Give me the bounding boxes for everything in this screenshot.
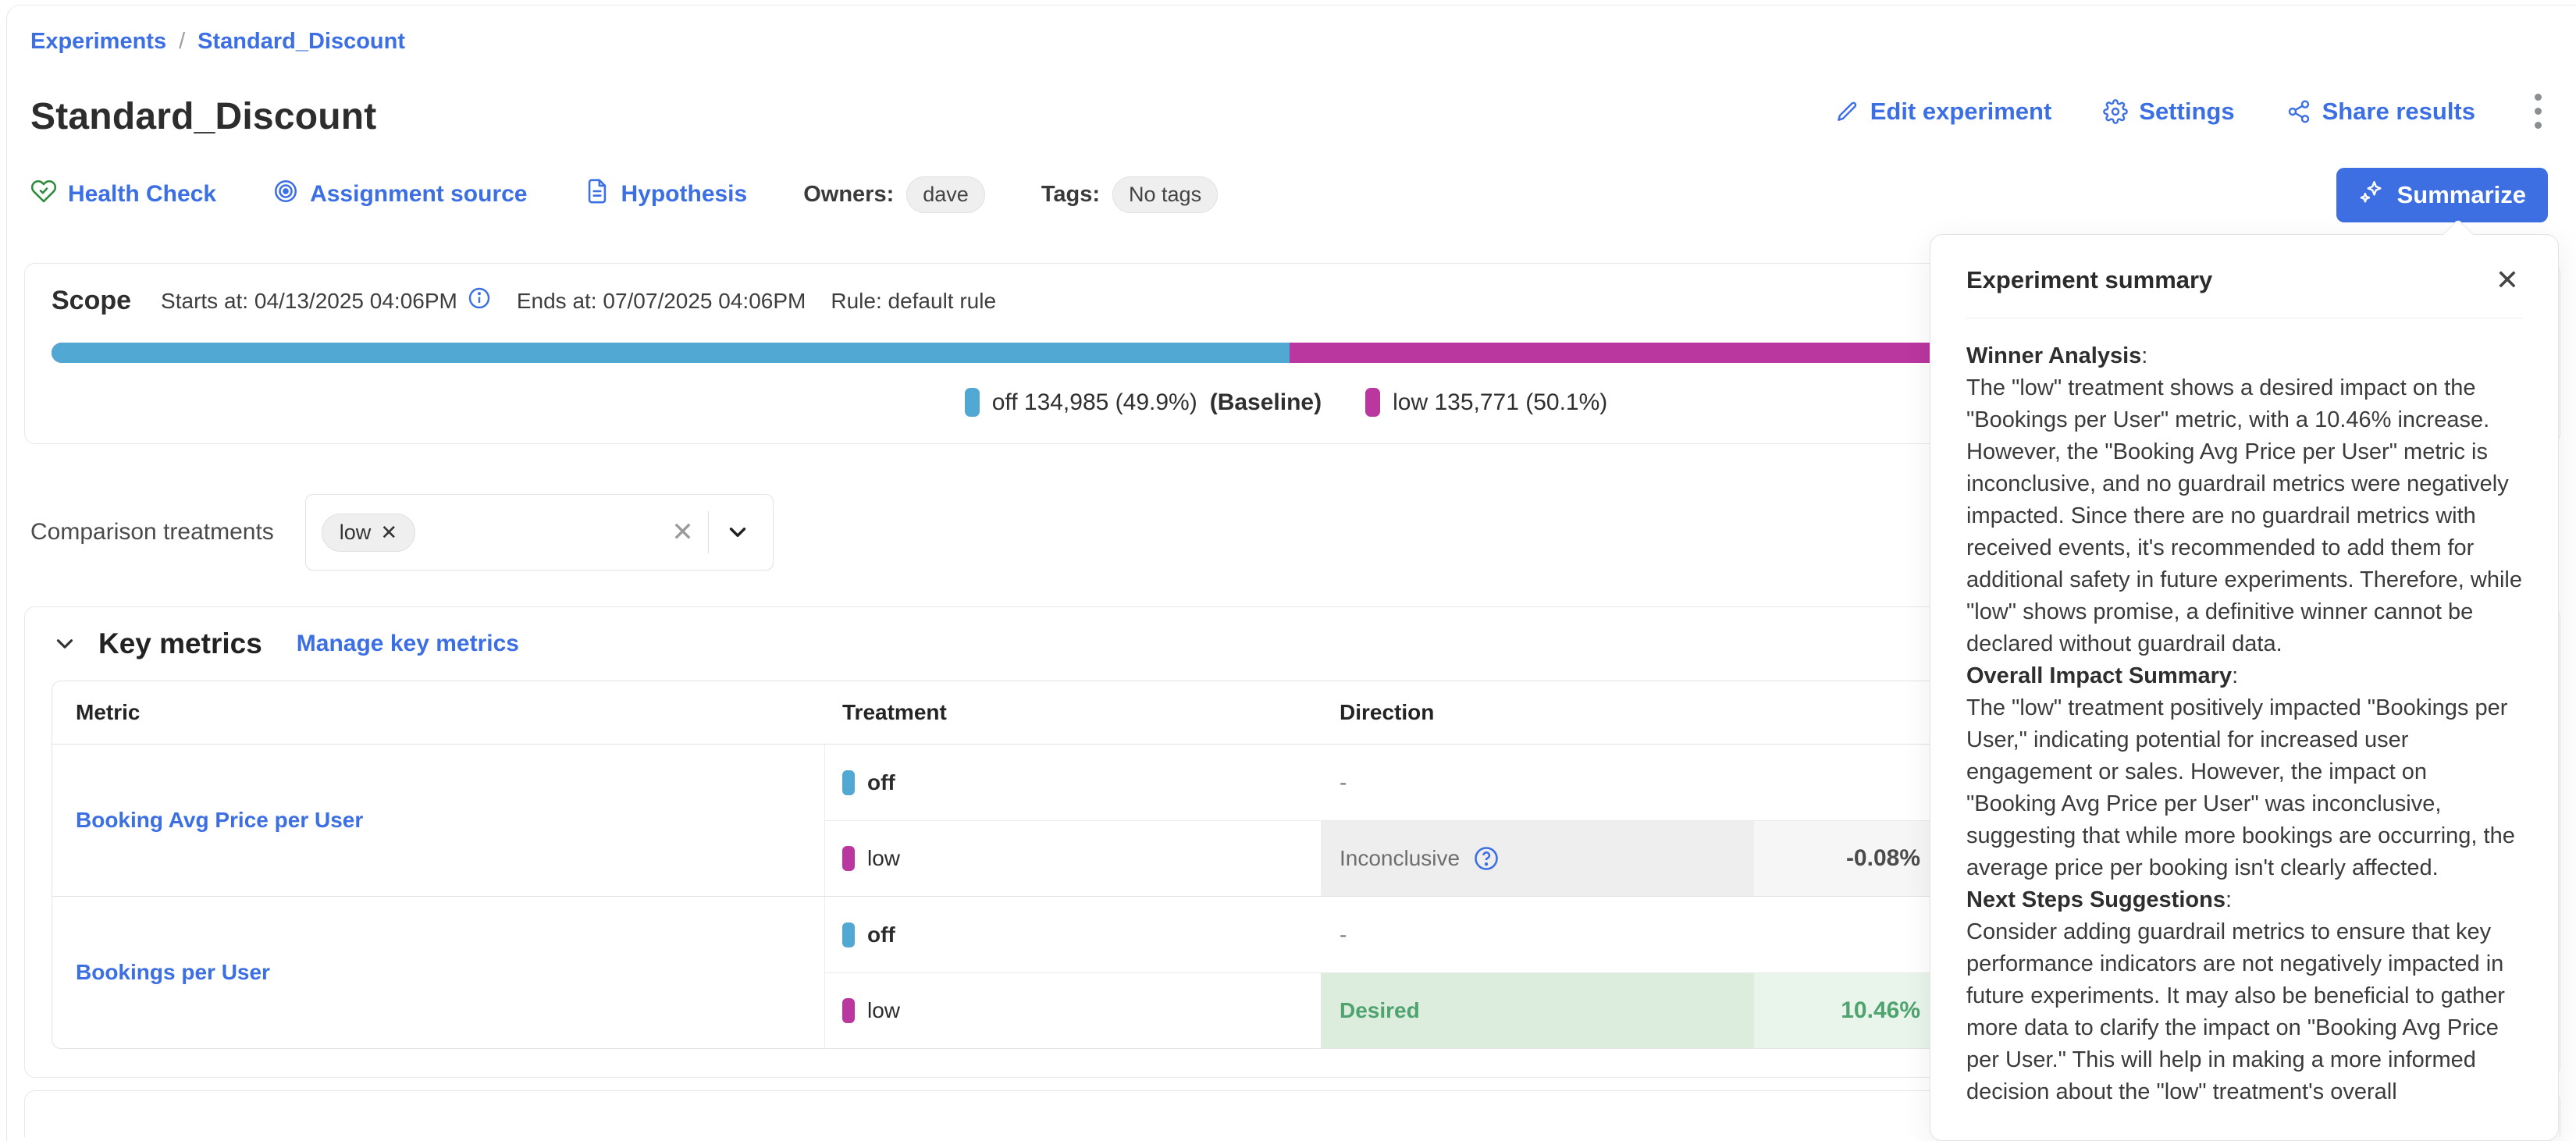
metric-link[interactable]: Booking Avg Price per User [76,808,363,833]
breadcrumb-separator: / [179,29,185,55]
legend-swatch [965,388,980,417]
treatment-cell: off [825,897,1321,972]
summary-panel-body: Winner Analysis:The "low" treatment show… [1930,318,2558,1139]
settings-button[interactable]: Settings [2103,98,2234,126]
document-icon [584,178,610,211]
delta-value-cell: 10.46% [1754,972,1937,1048]
summary-section-heading: Overall Impact Summary: [1966,660,2522,692]
direction-cell: - [1321,745,1754,820]
scope-ends-at: Ends at: 07/07/2025 04:06PM [517,289,806,314]
scope-starts-at: Starts at: 04/13/2025 04:06PM [161,286,492,316]
tags-chip[interactable]: No tags [1112,176,1218,213]
summary-section-body: The "low" treatment positively impacted … [1966,692,2522,884]
metric-cell: Bookings per User [52,897,825,1048]
header-actions: Edit experiment Settings Share results [1834,89,2549,138]
gear-icon [2103,99,2128,124]
column-header-direction: Direction [1321,681,1754,744]
collapse-chevron-icon[interactable] [52,631,78,657]
key-metrics-title: Key metrics [98,627,262,660]
manage-key-metrics-link[interactable]: Manage key metrics [297,631,519,657]
chevron-down-icon[interactable] [709,519,759,546]
direction-cell: - [1321,897,1754,972]
info-icon[interactable] [467,286,492,316]
assignment-source-link[interactable]: Assignment source [272,178,527,211]
column-header-treatment: Treatment [825,681,1321,744]
delta-value-cell [1754,897,1937,972]
target-icon [272,178,299,211]
share-results-button[interactable]: Share results [2286,98,2475,126]
chip-remove-icon[interactable]: ✕ [380,521,397,545]
metric-cell: Booking Avg Price per User [52,745,825,896]
allocation-bar-off-segment [52,343,1290,363]
comparison-treatments-select[interactable]: low ✕ ✕ [305,494,774,570]
treatment-swatch [842,998,855,1023]
comparison-treatments-label: Comparison treatments [30,519,274,546]
direction-cell: Desired [1321,972,1754,1048]
treatment-swatch [842,922,855,947]
select-clear-icon[interactable]: ✕ [657,517,708,548]
breadcrumb: Experiments / Standard_Discount [24,29,2560,55]
breadcrumb-current-link[interactable]: Standard_Discount [197,29,405,55]
question-help-icon[interactable] [1472,844,1500,873]
delta-value-cell [1754,745,1937,820]
summary-section-body: Consider adding guardrail metrics to ens… [1966,916,2522,1108]
treatment-cell: low [825,972,1321,1048]
summarize-button[interactable]: Summarize [2336,168,2548,222]
treatment-swatch [842,770,855,795]
meta-row: Health Check Assignment source Hypothesi… [24,169,2560,219]
experiment-summary-panel: Experiment summary ✕ Winner Analysis:The… [1930,234,2559,1141]
delta-value-cell: -0.08% [1754,820,1937,896]
direction-cell: Inconclusive [1321,820,1754,896]
treatment-cell: off [825,745,1321,820]
treatment-swatch [842,846,855,871]
breadcrumb-experiments-link[interactable]: Experiments [30,29,166,55]
tags-group: Tags: No tags [1041,176,1218,213]
close-icon[interactable]: ✕ [2492,263,2522,297]
scope-rule: Rule: default rule [831,289,996,314]
owners-group: Owners: dave [803,176,985,213]
metric-link[interactable]: Bookings per User [76,960,270,985]
summary-section-body: The "low" treatment shows a desired impa… [1966,372,2522,660]
summary-section-heading: Next Steps Suggestions: [1966,884,2522,916]
column-header-metric: Metric [52,681,825,744]
legend-item: off 134,985 (49.9%) (Baseline) [965,388,1322,417]
selected-treatment-chip[interactable]: low ✕ [322,514,415,552]
health-check-heart-icon [30,178,57,211]
legend-item: low 135,771 (50.1%) [1365,388,1620,417]
sparkles-icon [2358,179,2385,211]
health-check-link[interactable]: Health Check [30,178,216,211]
summary-panel-title: Experiment summary [1966,266,2212,294]
scope-title: Scope [52,286,131,316]
edit-experiment-button[interactable]: Edit experiment [1834,98,2052,126]
header-row: Standard_Discount Edit experiment Settin… [24,89,2560,138]
treatment-cell: low [825,820,1321,896]
owner-chip[interactable]: dave [906,176,985,213]
page-title: Standard_Discount [30,95,376,138]
pencil-icon [1834,99,1859,124]
hypothesis-link[interactable]: Hypothesis [584,178,748,211]
share-icon [2286,99,2311,124]
summary-section-heading: Winner Analysis: [1966,340,2522,372]
legend-swatch [1365,388,1380,417]
more-options-kebab-icon[interactable] [2527,89,2549,133]
